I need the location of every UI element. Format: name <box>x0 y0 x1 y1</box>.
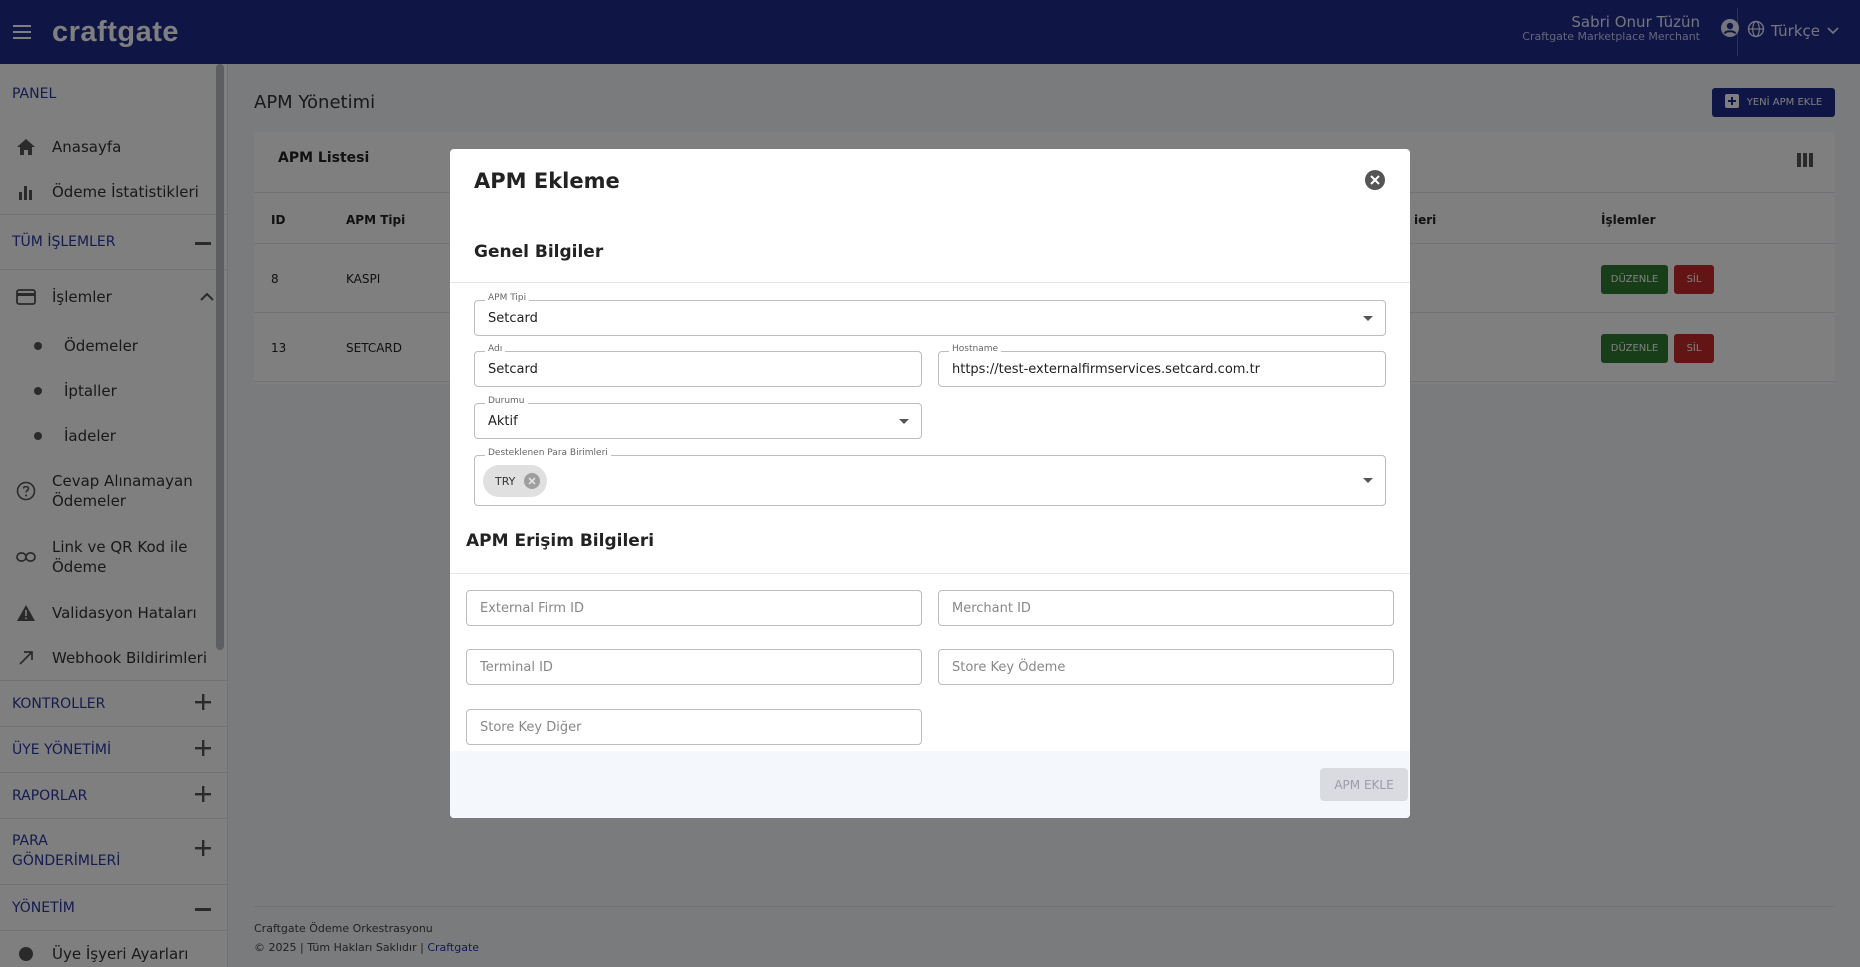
apm-add-dialog: APM Ekleme Genel Bilgiler APM Tipi Setca… <box>450 149 1410 818</box>
chip-label: TRY <box>495 474 516 488</box>
hostname-field[interactable]: Hostname https://test-externalfirmservic… <box>938 344 1386 387</box>
currencies-select[interactable]: Desteklenen Para Birimleri TRY <box>474 448 1386 506</box>
field-value: Setcard <box>488 311 538 326</box>
name-field[interactable]: Adı Setcard <box>474 344 922 387</box>
divider <box>450 282 1410 283</box>
caret-down-icon <box>1363 316 1373 321</box>
field-label: Desteklenen Para Birimleri <box>485 448 611 458</box>
field-placeholder: Terminal ID <box>480 660 553 675</box>
field-value: https://test-externalfirmservices.setcar… <box>952 362 1261 377</box>
field-placeholder: External Firm ID <box>480 601 584 616</box>
field-label: Durumu <box>485 396 528 406</box>
field-label: Adı <box>485 344 506 354</box>
divider <box>450 573 1410 574</box>
merchant-id-input[interactable]: Merchant ID <box>938 590 1394 626</box>
field-value: Setcard <box>488 362 538 377</box>
external-firm-id-input[interactable]: External Firm ID <box>466 590 922 626</box>
add-apm-button[interactable]: APM EKLE <box>1320 768 1408 801</box>
status-select[interactable]: Durumu Aktif <box>474 396 922 439</box>
field-placeholder: Store Key Ödeme <box>952 660 1066 675</box>
store-key-payment-input[interactable]: Store Key Ödeme <box>938 649 1394 685</box>
field-placeholder: Store Key Diğer <box>480 720 582 735</box>
currency-chip: TRY <box>483 465 548 497</box>
field-placeholder: Merchant ID <box>952 601 1031 616</box>
terminal-id-input[interactable]: Terminal ID <box>466 649 922 685</box>
dialog-title: APM Ekleme <box>474 169 620 193</box>
dialog-footer: APM EKLE <box>450 751 1410 818</box>
caret-down-icon <box>1363 478 1373 483</box>
apm-type-select[interactable]: APM Tipi Setcard <box>474 293 1386 336</box>
field-value: Aktif <box>488 414 518 429</box>
field-label: APM Tipi <box>485 293 530 303</box>
section-title-access: APM Erişim Bilgileri <box>466 531 655 551</box>
section-title-general: Genel Bilgiler <box>474 242 604 262</box>
remove-chip-icon[interactable] <box>523 472 541 490</box>
caret-down-icon <box>899 419 909 424</box>
close-icon[interactable] <box>1364 169 1386 195</box>
store-key-other-input[interactable]: Store Key Diğer <box>466 709 922 745</box>
field-label: Hostname <box>949 344 1002 354</box>
